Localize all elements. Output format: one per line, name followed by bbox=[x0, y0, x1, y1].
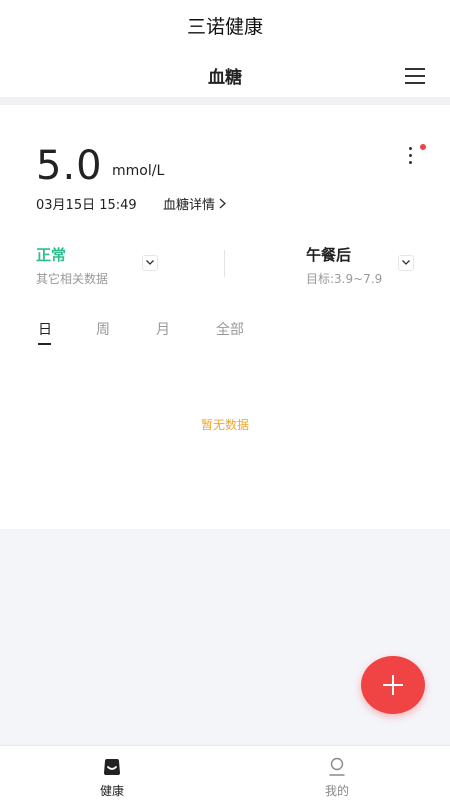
nav-label-profile: 我的 bbox=[324, 784, 349, 798]
nav-item-health[interactable]: 健康 bbox=[67, 746, 157, 800]
glucose-card: 5.0 mmol/L 03月15日 15:49 血糖详情 正常 其它相关数据 午… bbox=[0, 105, 450, 529]
chevron-down-icon[interactable] bbox=[398, 255, 414, 271]
nav-label-health: 健康 bbox=[99, 784, 124, 798]
active-tab-indicator bbox=[38, 343, 51, 345]
tab-week[interactable]: 周 bbox=[96, 319, 110, 339]
app-bar: 三诺健康 bbox=[0, 0, 450, 55]
glucose-detail-label: 血糖详情 bbox=[163, 198, 216, 213]
bottom-nav: 健康 我的 bbox=[0, 745, 450, 800]
chevron-right-icon bbox=[219, 198, 227, 213]
page-title: 血糖 bbox=[208, 68, 242, 88]
page-header: 血糖 bbox=[0, 55, 450, 97]
vertical-divider bbox=[224, 250, 225, 277]
health-icon bbox=[101, 757, 123, 777]
notification-dot bbox=[420, 144, 426, 150]
profile-icon bbox=[326, 757, 348, 777]
chevron-down-icon[interactable] bbox=[142, 255, 158, 271]
app-title: 三诺健康 bbox=[186, 16, 263, 38]
glucose-unit: mmol/L bbox=[112, 163, 165, 179]
tab-month[interactable]: 月 bbox=[156, 319, 170, 339]
status-sub-label: 其它相关数据 bbox=[36, 272, 109, 286]
status-selector[interactable]: 正常 其它相关数据 bbox=[36, 244, 166, 288]
reading-datetime: 03月15日 15:49 bbox=[36, 198, 137, 213]
hamburger-icon[interactable] bbox=[405, 65, 425, 84]
add-record-button[interactable] bbox=[361, 656, 425, 714]
glucose-detail-link[interactable]: 血糖详情 bbox=[163, 194, 227, 213]
empty-state-text: 暂无数据 bbox=[200, 418, 249, 432]
tab-day[interactable]: 日 bbox=[38, 319, 52, 339]
nav-item-profile[interactable]: 我的 bbox=[292, 746, 382, 800]
target-range: 目标:3.9~7.9 bbox=[306, 272, 383, 286]
tab-all[interactable]: 全部 bbox=[216, 319, 244, 339]
glucose-value: 5.0 bbox=[36, 143, 103, 189]
section-divider bbox=[0, 97, 450, 105]
meal-period-selector[interactable]: 午餐后 目标:3.9~7.9 bbox=[306, 244, 426, 288]
more-options-icon[interactable] bbox=[403, 145, 419, 167]
